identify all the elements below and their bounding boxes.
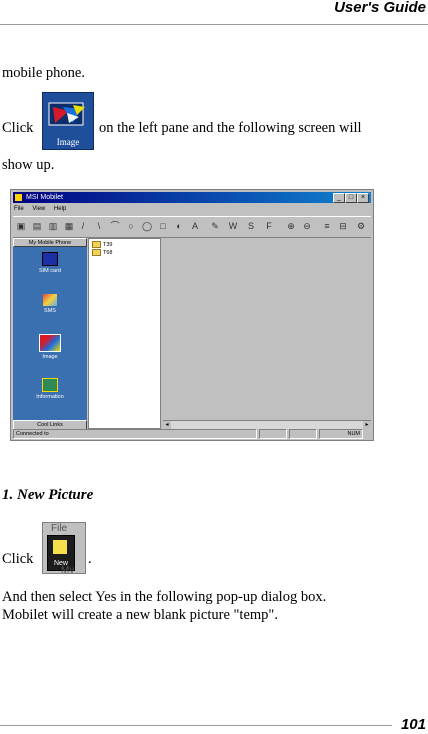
ellipse-tool-icon[interactable]: ○ <box>125 220 137 232</box>
pencil-tool-icon[interactable]: / <box>77 220 89 232</box>
text-line-1: mobile phone. <box>2 65 85 81</box>
page-header: User's Guide <box>0 0 428 25</box>
app-window: MSI Mobilet _ □ × File View Help ▣ ▤ ▥ ▦… <box>10 189 374 441</box>
status-num: NUM <box>319 429 363 439</box>
header-title: User's Guide <box>334 0 426 16</box>
sidebar-item-sms-label: SMS <box>44 308 56 314</box>
folder-icon <box>92 241 101 249</box>
footer-rule <box>0 725 392 726</box>
paragraph-1: And then select Yes in the following pop… <box>2 589 327 605</box>
folder-icon <box>92 249 101 257</box>
tree-node[interactable]: T39 <box>92 241 112 249</box>
text-tool-icon[interactable]: A <box>189 220 201 232</box>
settings-tool-icon[interactable]: ⚙ <box>355 220 367 232</box>
image-icon <box>48 102 85 126</box>
section-heading: 1. New Picture <box>2 487 94 503</box>
sidebar-item-image[interactable]: Image <box>13 334 87 360</box>
app-icon <box>15 194 22 201</box>
close-button[interactable]: × <box>357 193 369 203</box>
curve-tool-icon[interactable]: ⌒ <box>109 220 121 232</box>
paragraph-2: Mobilet will create a new blank picture … <box>2 607 278 623</box>
s-tool-icon[interactable]: S <box>245 220 257 232</box>
rect-tool-icon[interactable]: □ <box>157 220 169 232</box>
left-pane-header[interactable]: My Mobile Phone <box>13 238 87 247</box>
layout-tool-icon[interactable]: ⊟ <box>337 220 349 232</box>
image-icon <box>39 334 61 352</box>
title-bar: MSI Mobilet _ □ × <box>13 192 371 203</box>
grid-tool-icon[interactable]: ≡ <box>321 220 333 232</box>
sidebar-item-sim-card[interactable]: SIM card <box>13 252 87 274</box>
menu-help[interactable]: Help <box>54 206 66 212</box>
menu-view[interactable]: View <box>32 206 45 212</box>
status-text: Connected to <box>13 429 257 439</box>
folder-tree: T39 T68 <box>88 238 161 429</box>
new-document-icon <box>53 540 67 554</box>
window-title: MSI Mobilet <box>26 194 63 201</box>
scroll-left-icon[interactable]: ◂ <box>163 421 171 429</box>
minimize-button[interactable]: _ <box>333 193 345 203</box>
file-tab-label: File <box>51 523 68 534</box>
sidebar-item-image-label: Image <box>42 354 58 360</box>
book-tool-icon[interactable]: ▦ <box>63 220 75 232</box>
maximize-button[interactable]: □ <box>345 193 357 203</box>
text-line-3: show up. <box>2 157 55 173</box>
text-line-2-after: on the left pane and the following scree… <box>99 120 362 136</box>
status-cell <box>289 429 317 439</box>
sms-icon <box>43 294 57 306</box>
sidebar-item-information[interactable]: Information <box>13 378 87 400</box>
content-area <box>163 238 371 422</box>
new-button[interactable]: File New My <box>42 522 86 574</box>
status-cell <box>259 429 287 439</box>
f-tool-icon[interactable]: F <box>263 220 275 232</box>
open-tool-icon[interactable]: ▤ <box>31 220 43 232</box>
w-tool-icon[interactable]: W <box>227 220 239 232</box>
tree-node[interactable]: T68 <box>92 249 112 257</box>
click-period: . <box>88 551 92 567</box>
line-tool-icon[interactable]: \ <box>93 220 105 232</box>
image-button-label: Image <box>56 137 80 147</box>
scroll-right-icon[interactable]: ▸ <box>363 421 371 429</box>
information-icon <box>42 378 58 392</box>
zoom-out-icon[interactable]: ⊖ <box>301 220 313 232</box>
sim-card-icon <box>42 252 58 266</box>
click-label: Click <box>2 551 34 567</box>
menu-file[interactable]: File <box>14 206 24 212</box>
page-number: 101 <box>400 716 426 733</box>
tree-node-label: T68 <box>103 250 113 256</box>
toolbar: ▣ ▤ ▥ ▦ / \ ⌒ ○ ◯ □ ◐ A ✎ W S F ⊕ ⊖ ≡ ⊟ … <box>13 216 371 238</box>
image-button[interactable]: Image <box>42 92 94 150</box>
menu-bar: File View Help <box>14 205 73 214</box>
zoom-in-icon[interactable]: ⊕ <box>285 220 297 232</box>
new-tool-icon[interactable]: ▣ <box>15 220 27 232</box>
sidebar-item-sms[interactable]: SMS <box>13 294 87 314</box>
circle-tool-icon[interactable]: ◯ <box>141 220 153 232</box>
my-tab-label: My <box>61 565 75 574</box>
text-line-2-before: Click <box>2 120 34 136</box>
status-bar: Connected to NUM <box>13 429 371 439</box>
brush-tool-icon[interactable]: ✎ <box>209 220 221 232</box>
save-tool-icon[interactable]: ▥ <box>47 220 59 232</box>
sidebar-item-sim-card-label: SIM card <box>38 268 61 274</box>
fill-tool-icon[interactable]: ◐ <box>173 220 185 232</box>
tree-node-label: T39 <box>103 242 113 248</box>
left-pane: My Mobile Phone SIM card SMS Image Infor… <box>13 238 87 430</box>
sidebar-item-information-label: Information <box>36 394 64 400</box>
horizontal-scrollbar[interactable]: ◂ ▸ <box>163 420 371 429</box>
